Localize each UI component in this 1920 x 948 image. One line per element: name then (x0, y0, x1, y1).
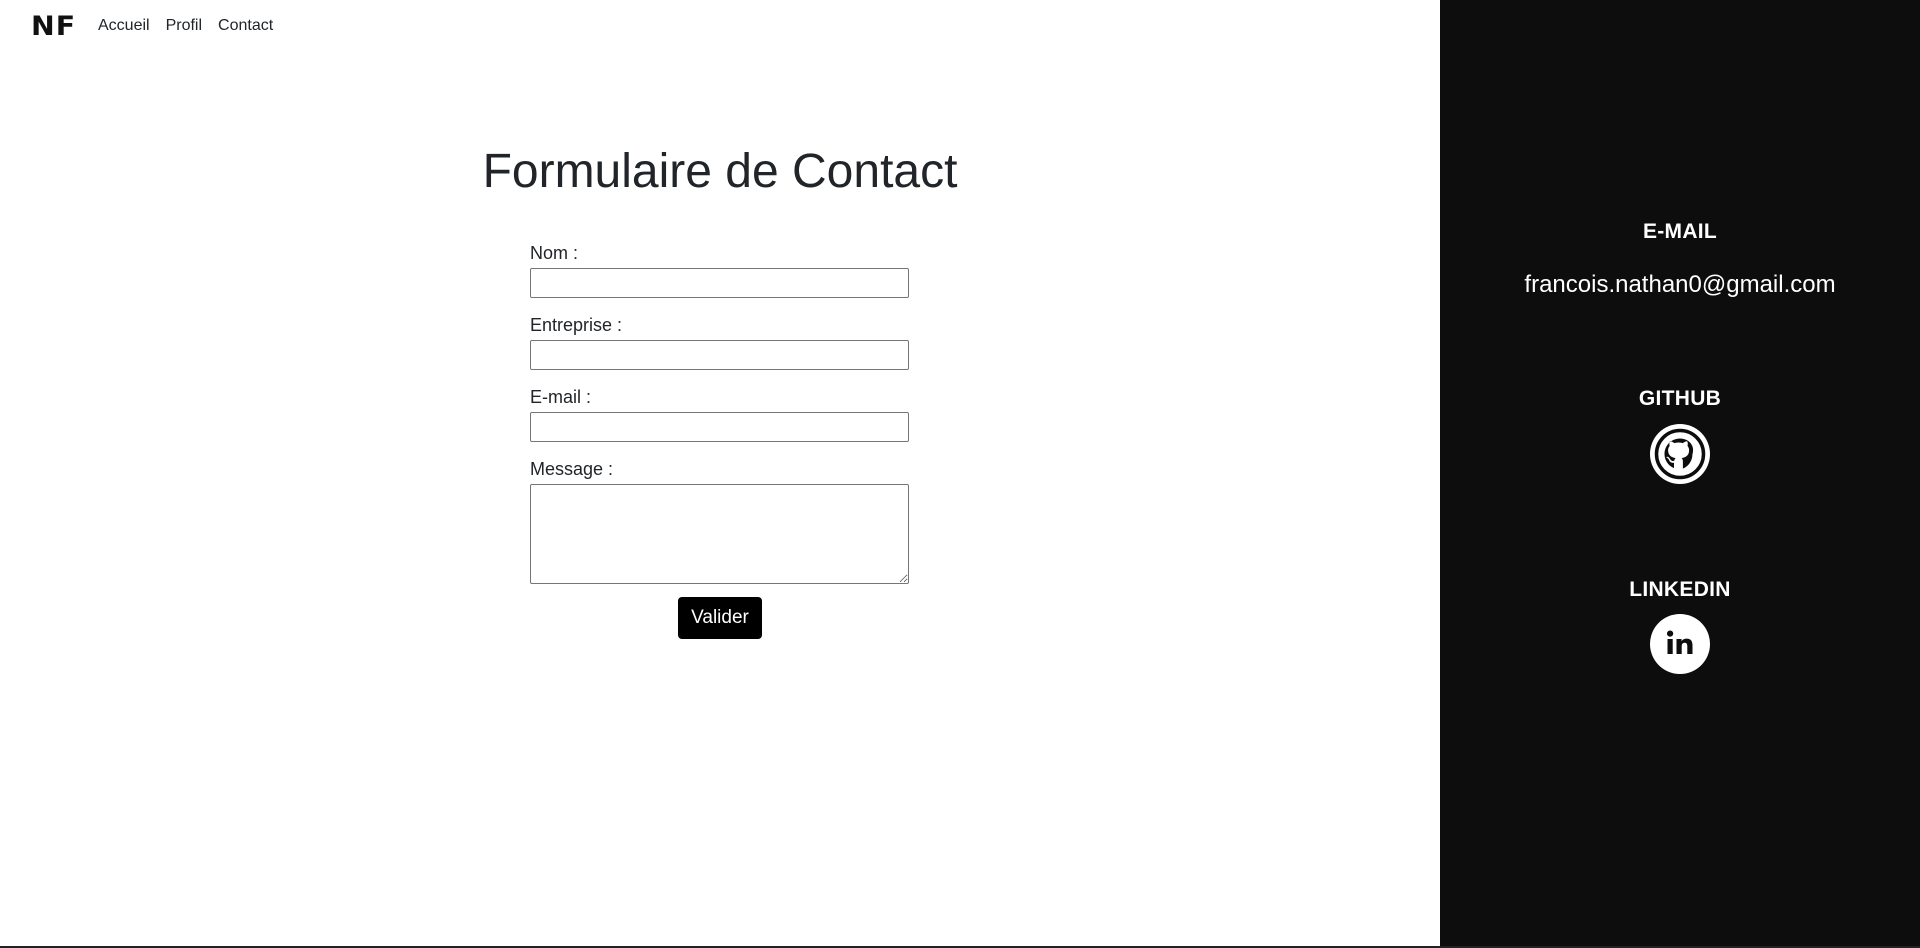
linkedin-icon[interactable] (1650, 614, 1710, 674)
contact-sidebar: E-MAIL francois.nathan0@gmail.com GITHUB… (1440, 0, 1920, 946)
submit-button[interactable]: Valider (678, 597, 762, 639)
submit-wrap: Valider (678, 597, 762, 639)
github-icon[interactable] (1650, 424, 1710, 484)
navbar: NF Accueil Profil Contact (0, 0, 1440, 54)
nav-link-accueil[interactable]: Accueil (98, 16, 150, 36)
main-content: NF Accueil Profil Contact Formulaire de … (0, 0, 1440, 946)
email-input[interactable] (530, 412, 909, 442)
entreprise-label: Entreprise : (530, 315, 623, 335)
logo[interactable]: NF (31, 12, 76, 42)
github-heading: GITHUB (1638, 387, 1722, 410)
nom-label: Nom : (530, 243, 579, 263)
linkedin-heading: LINKEDIN (1629, 578, 1731, 601)
email-link[interactable]: francois.nathan0@gmail.com (1440, 270, 1920, 300)
email-heading: E-MAIL (1642, 220, 1718, 243)
contact-form: Nom : Entreprise : E-mail : Message : (530, 242, 910, 584)
nom-input[interactable] (530, 268, 909, 298)
page-title: Formulaire de Contact (482, 145, 958, 198)
nav-links: Accueil Profil Contact (98, 16, 289, 36)
message-label: Message : (530, 459, 614, 479)
linkedin-icon-graphic (1667, 630, 1693, 654)
entreprise-input[interactable] (530, 340, 909, 370)
nav-link-contact[interactable]: Contact (218, 16, 273, 36)
page: NF Accueil Profil Contact Formulaire de … (0, 0, 1920, 948)
email-label: E-mail : (530, 387, 592, 407)
message-textarea[interactable] (530, 484, 909, 584)
github-icon-graphic (1654, 428, 1706, 480)
nav-link-profil[interactable]: Profil (166, 16, 202, 36)
